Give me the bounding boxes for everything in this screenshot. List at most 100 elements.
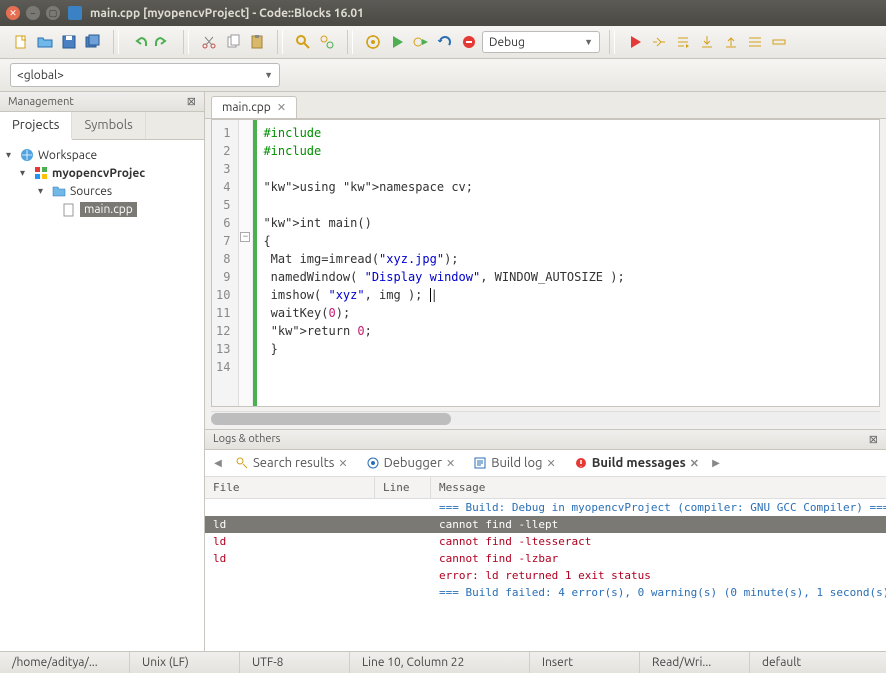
copy-button[interactable] — [222, 31, 244, 53]
logs-tab-prev-button[interactable]: ◀ — [211, 457, 225, 469]
logs-panel: Logs & others ⊠ ◀ Search results✕ Debugg… — [205, 429, 886, 651]
folder-icon — [52, 184, 66, 198]
build-messages-table[interactable]: File Line Message === Build: Debug in my… — [205, 477, 886, 651]
tree-file-main-cpp[interactable]: main.cpp — [4, 200, 200, 219]
build-target-value: Debug — [489, 36, 525, 49]
rebuild-button[interactable] — [434, 31, 456, 53]
window-controls: ✕ – ▢ — [6, 6, 60, 20]
step-into-button[interactable] — [696, 31, 718, 53]
log-tab-build-messages[interactable]: Build messages✕ — [566, 452, 707, 474]
tab-symbols[interactable]: Symbols — [72, 112, 145, 139]
management-title: Management ⊠ — [0, 92, 204, 112]
logs-tabs: ◀ Search results✕ Debugger✕ Build log✕ B… — [205, 450, 886, 477]
logs-close-button[interactable]: ⊠ — [869, 433, 878, 446]
close-icon[interactable]: ✕ — [690, 457, 699, 470]
next-instruction-button[interactable] — [744, 31, 766, 53]
build-target-select[interactable]: Debug ▼ — [482, 31, 600, 53]
tree-workspace[interactable]: ▾ Workspace — [4, 146, 200, 164]
tree-toggle-icon[interactable]: ▾ — [20, 167, 30, 179]
build-button[interactable] — [362, 31, 384, 53]
folder-label: Sources — [70, 185, 112, 198]
log-tab-debugger[interactable]: Debugger✕ — [358, 452, 464, 474]
paste-button[interactable] — [246, 31, 268, 53]
run-to-cursor-button[interactable] — [648, 31, 670, 53]
tree-toggle-icon[interactable]: ▾ — [6, 149, 16, 161]
open-file-button[interactable] — [34, 31, 56, 53]
log-row[interactable]: error: ld returned 1 exit status — [205, 567, 886, 584]
management-close-button[interactable]: ⊠ — [187, 95, 196, 108]
project-tree[interactable]: ▾ Workspace ▾ myopencvProjec ▾ Sources m… — [0, 140, 204, 651]
editor-tab-main-cpp[interactable]: main.cpp ✕ — [211, 96, 297, 118]
chevron-down-icon: ▼ — [264, 70, 273, 80]
scope-toolbar: <global> ▼ — [0, 59, 886, 92]
status-readwrite: Read/Wri... — [640, 652, 750, 673]
editor-tabs: main.cpp ✕ — [205, 92, 886, 119]
status-mode: Insert — [530, 652, 640, 673]
close-icon[interactable]: ✕ — [547, 457, 556, 470]
log-row[interactable]: ldcannot find -llept — [205, 516, 886, 533]
undo-button[interactable] — [128, 31, 150, 53]
close-icon[interactable]: ✕ — [446, 457, 455, 470]
fold-toggle-icon[interactable]: − — [240, 232, 250, 242]
management-title-label: Management — [8, 96, 74, 108]
step-out-button[interactable] — [720, 31, 742, 53]
replace-button[interactable] — [316, 31, 338, 53]
log-row[interactable]: === Build: Debug in myopencvProject (com… — [205, 499, 886, 516]
step-into-instruction-button[interactable] — [768, 31, 790, 53]
line-gutter: 1234567891011121314 — [212, 120, 239, 406]
titlebar: ✕ – ▢ main.cpp [myopencvProject] - Code:… — [0, 0, 886, 26]
code-editor[interactable]: 1234567891011121314 − #include#include "… — [211, 119, 880, 407]
main-area: Management ⊠ Projects Symbols ▾ Workspac… — [0, 92, 886, 651]
code-content[interactable]: #include#include "kw">using "kw">namespa… — [257, 120, 879, 406]
close-icon[interactable]: ✕ — [338, 457, 347, 470]
fold-column[interactable]: − — [239, 120, 253, 406]
find-button[interactable] — [292, 31, 314, 53]
management-tabs: Projects Symbols — [0, 112, 204, 140]
tree-project[interactable]: ▾ myopencvProjec — [4, 164, 200, 182]
col-line[interactable]: Line — [375, 477, 431, 498]
col-file[interactable]: File — [205, 477, 375, 498]
next-line-button[interactable] — [672, 31, 694, 53]
scope-select[interactable]: <global> ▼ — [10, 63, 280, 87]
save-button[interactable] — [58, 31, 80, 53]
editor-hscrollbar[interactable] — [211, 411, 880, 425]
main-toolbar: Debug ▼ — [0, 26, 886, 59]
workspace-icon — [20, 148, 34, 162]
status-eol: Unix (LF) — [130, 652, 240, 673]
close-tab-button[interactable]: ✕ — [277, 101, 286, 114]
save-all-button[interactable] — [82, 31, 104, 53]
close-window-button[interactable]: ✕ — [6, 6, 20, 20]
log-tab-build-log[interactable]: Build log✕ — [465, 452, 564, 474]
log-row[interactable]: === Build failed: 4 error(s), 0 warning(… — [205, 584, 886, 601]
maximize-window-button[interactable]: ▢ — [46, 6, 60, 20]
abort-button[interactable] — [458, 31, 480, 53]
run-button[interactable] — [386, 31, 408, 53]
log-row[interactable]: ldcannot find -ltesseract — [205, 533, 886, 550]
status-path: /home/aditya/... — [0, 652, 130, 673]
app-icon — [68, 6, 82, 20]
cut-button[interactable] — [198, 31, 220, 53]
window-title: main.cpp [myopencvProject] - Code::Block… — [90, 7, 364, 20]
editor-tab-label: main.cpp — [222, 101, 271, 114]
log-tab-search-results[interactable]: Search results✕ — [227, 452, 356, 474]
scrollbar-thumb[interactable] — [211, 413, 451, 425]
file-icon — [62, 203, 76, 217]
new-file-button[interactable] — [10, 31, 32, 53]
status-profile: default — [750, 652, 886, 673]
logs-tab-next-button[interactable]: ▶ — [709, 457, 723, 469]
build-run-button[interactable] — [410, 31, 432, 53]
minimize-window-button[interactable]: – — [26, 6, 40, 20]
debug-continue-button[interactable] — [624, 31, 646, 53]
redo-button[interactable] — [152, 31, 174, 53]
scope-value: <global> — [17, 69, 64, 82]
log-row[interactable]: ldcannot find -lzbar — [205, 550, 886, 567]
logs-title: Logs & others ⊠ — [205, 430, 886, 450]
editor-area: main.cpp ✕ 1234567891011121314 − #includ… — [205, 92, 886, 651]
chevron-down-icon: ▼ — [584, 37, 593, 47]
tree-toggle-icon[interactable]: ▾ — [38, 185, 48, 197]
tree-folder-sources[interactable]: ▾ Sources — [4, 182, 200, 200]
file-label: main.cpp — [80, 202, 137, 217]
tab-projects[interactable]: Projects — [0, 112, 72, 140]
col-message[interactable]: Message — [431, 477, 886, 498]
project-icon — [34, 166, 48, 180]
